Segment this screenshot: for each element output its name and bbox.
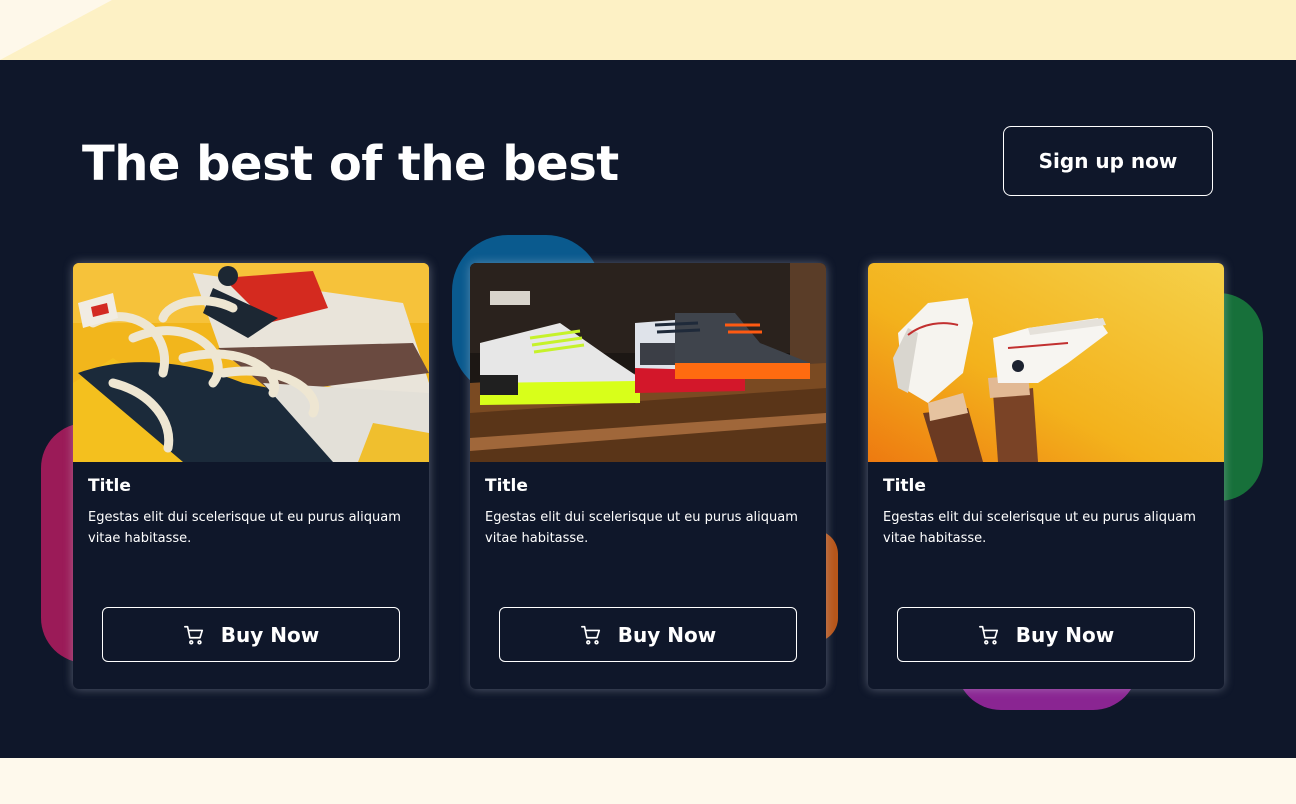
bottom-banner: [0, 758, 1296, 804]
cart-icon: [183, 624, 207, 648]
decorative-triangle: [0, 0, 112, 60]
product-image: [868, 263, 1224, 462]
card-description: Egestas elit dui scelerisque ut eu purus…: [88, 510, 401, 546]
buy-now-label: Buy Now: [220, 622, 320, 647]
card-title: Title: [485, 476, 528, 496]
product-card: Title Egestas elit dui scelerisque ut eu…: [73, 263, 429, 689]
product-image: [73, 263, 429, 462]
card-description: Egestas elit dui scelerisque ut eu purus…: [883, 510, 1196, 546]
buy-now-button[interactable]: Buy Now: [102, 607, 400, 662]
buy-now-button[interactable]: Buy Now: [897, 607, 1195, 662]
cart-icon: [580, 624, 604, 648]
buy-now-button[interactable]: Buy Now: [499, 607, 797, 662]
sign-up-button[interactable]: Sign up now: [1003, 126, 1213, 196]
section-heading: The best of the best: [82, 136, 619, 192]
cart-icon: [978, 624, 1002, 648]
product-card: Title Egestas elit dui scelerisque ut eu…: [470, 263, 826, 689]
buy-now-label: Buy Now: [1015, 622, 1115, 647]
card-title: Title: [883, 476, 926, 496]
product-image: [470, 263, 826, 462]
buy-now-label: Buy Now: [617, 622, 717, 647]
products-section: The best of the best Sign up now Title E…: [0, 60, 1296, 758]
top-banner: [0, 0, 1296, 60]
card-title: Title: [88, 476, 131, 496]
card-description: Egestas elit dui scelerisque ut eu purus…: [485, 510, 798, 546]
product-card: Title Egestas elit dui scelerisque ut eu…: [868, 263, 1224, 689]
